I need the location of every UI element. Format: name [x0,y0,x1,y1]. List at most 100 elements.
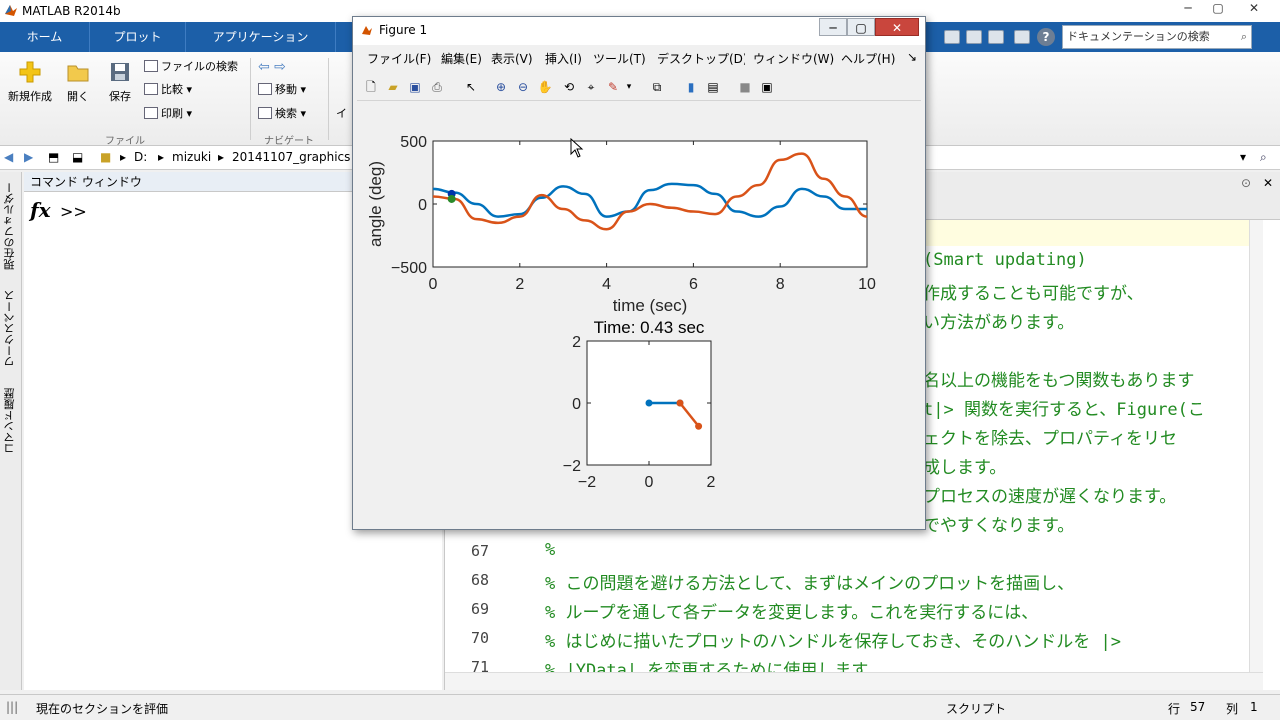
figure-icon [362,26,372,35]
pan-hand-icon[interactable]: ✋ [537,79,553,95]
find-files-button[interactable]: ファイルの検索 [144,58,238,76]
documentation-search-input[interactable]: ドキュメンテーションの検索 ⌕ [1062,25,1252,49]
figure-canvas[interactable]: 0 2 4 6 8 10 500 0 −500 time (sec) angle (deg) −2 0 2… [359,103,919,523]
print-button[interactable]: 印刷 ▾ [144,105,192,123]
insert-legend-icon[interactable]: ▤ [705,79,721,95]
back-icon[interactable]: ◀ [4,150,13,164]
quick-access-icon[interactable] [1014,30,1030,44]
save-button[interactable]: 保存 [102,60,138,104]
figure-titlebar[interactable]: Figure 1 ─ ▢ ✕ [353,17,925,45]
find-files-icon [144,60,158,72]
brush-icon[interactable]: ✎ [605,79,621,95]
search-icon[interactable]: ⌕ [1241,26,1247,48]
menu-view[interactable]: 表示(V) [491,50,533,67]
find-button[interactable]: 検索 ▾ [258,105,306,123]
code-line[interactable]: プロセスの速度が遅くなります。 [923,482,1176,507]
print-figure-icon[interactable]: ⎙ [429,79,445,95]
panel-close-icon[interactable]: ✕ [1263,176,1273,190]
figure-minimize-button[interactable]: ─ [819,18,847,36]
search-placeholder: ドキュメンテーションの検索 [1067,30,1210,43]
code-line[interactable]: 作成することも可能ですが、 [923,279,1144,304]
truncated-ribbon-label[interactable]: イ [336,105,347,123]
forward-icon[interactable]: ▶ [24,150,33,164]
compare-button[interactable]: 比較 ▾ [144,81,192,99]
code-line[interactable]: % この問題を避ける方法として、まずはメインのプロットを描画し、 [545,569,1074,594]
series-point [695,422,703,430]
code-line[interactable]: ェクトを除去、プロパティをリセ [923,424,1177,449]
figure-close-button[interactable]: ✕ [875,18,919,36]
path-folder-graphics[interactable]: 20141107_graphics [232,150,350,164]
folder-icon [67,65,89,82]
code-line[interactable]: t|> 関数を実行すると、Figure(こ [923,395,1205,420]
zoom-in-icon[interactable]: ⊕ [493,79,509,95]
quick-access-icon[interactable] [988,30,1004,44]
up-folder-icon[interactable]: ⬒ [48,150,59,164]
path-folder-mizuki[interactable]: mizuki [172,150,211,164]
x-tick-label: 6 [689,276,698,293]
open-file-icon[interactable]: ▰ [385,79,401,95]
figure-window[interactable]: Figure 1 ─ ▢ ✕ ファイル(F) 編集(E) 表示(V) 挿入(I)… [352,16,926,530]
ribbon-group-separator [328,58,329,140]
search-folder-icon[interactable]: ⌕ [1260,150,1267,165]
tab-apps[interactable]: アプリケーション [186,22,336,52]
editor-horizontal-scrollbar[interactable] [445,672,1263,690]
brush-dropdown-icon[interactable]: ▾ [621,79,637,95]
menu-tools[interactable]: ツール(T) [593,50,646,67]
figure-maximize-button[interactable]: ▢ [847,18,875,36]
collapsed-panels-rail: 現在のフォルダー ワークスペース コマンド履歴 [0,172,22,690]
path-drive[interactable]: D: [134,150,147,164]
menu-window[interactable]: ウィンドウ(W) [753,50,834,67]
new-figure-icon[interactable]: 🗋 [363,79,379,95]
code-line[interactable]: % [545,540,555,560]
code-line[interactable]: % ループを通して各データを変更します。これを実行するには、 [545,598,1038,623]
open-button[interactable]: 開く [60,60,96,104]
link-plot-icon[interactable]: ⧉ [649,79,665,95]
rotate-3d-icon[interactable]: ⟲ [561,79,577,95]
x-axis-label: time (sec) [613,296,688,315]
browse-folder-icon[interactable]: ⬓ [72,150,83,164]
quick-access-icon[interactable] [944,30,960,44]
menu-file[interactable]: ファイル(F) [367,50,431,67]
menu-desktop[interactable]: デスクトップ(D) [657,50,745,67]
panel-menu-icon[interactable]: ⊙ [1241,176,1251,190]
tab-plot[interactable]: プロット [90,22,186,52]
edit-plot-arrow-icon[interactable]: ↖ [463,79,479,95]
tab-home[interactable]: ホーム [0,22,90,52]
code-line[interactable]: 名以上の機能をもつ関数もあります [923,366,1194,391]
path-dropdown-icon[interactable]: ▾ [1240,150,1246,164]
data-cursor-icon[interactable]: ⌖ [583,79,599,95]
editor-vertical-scrollbar[interactable] [1249,220,1263,672]
x-tick-label: 8 [776,276,785,293]
print-icon [144,107,158,119]
code-line[interactable]: でやすくなります。 [923,511,1074,536]
new-button[interactable]: 新規作成 [6,60,54,104]
command-history-tab[interactable]: コマンド履歴 [2,388,18,454]
menu-edit[interactable]: 編集(E) [441,50,482,67]
menu-insert[interactable]: 挿入(I) [545,50,582,67]
x-tick-label: −2 [578,474,596,491]
menu-overflow-icon[interactable]: ↘ [907,50,917,64]
goto-button[interactable]: 移動 ▾ [258,81,306,99]
save-figure-icon[interactable]: ▣ [407,79,423,95]
code-line[interactable]: い方法があります。 [923,308,1074,333]
current-folder-tab[interactable]: 現在のフォルダー [2,182,18,270]
code-line[interactable]: (Smart updating) [923,250,1087,270]
code-line[interactable]: 成します。 [923,453,1006,478]
code-line[interactable]: % はじめに描いたプロットのハンドルを保存しておき、そのハンドルを |> [545,627,1121,652]
zoom-out-icon[interactable]: ⊖ [515,79,531,95]
ribbon-group-separator [250,58,251,140]
workspace-tab[interactable]: ワークスペース [2,290,18,367]
back-arrow-icon[interactable]: ⇦ ⇨ [258,58,286,76]
maximize-button[interactable]: ▢ [1204,1,1232,19]
menu-help[interactable]: ヘルプ(H) [841,50,895,67]
hide-plot-tools-icon[interactable]: ■ [737,79,753,95]
minimize-button[interactable]: ─ [1174,1,1202,19]
insert-colorbar-icon[interactable]: ▮ [683,79,699,95]
help-icon[interactable]: ? [1037,28,1055,46]
function-browser-icon[interactable]: fx [30,198,51,222]
show-plot-tools-icon[interactable]: ▣ [759,79,775,95]
close-button[interactable]: ✕ [1240,1,1268,19]
quick-access-icon[interactable] [966,30,982,44]
y-tick-label: −500 [391,260,427,277]
save-label: 保存 [109,90,131,103]
